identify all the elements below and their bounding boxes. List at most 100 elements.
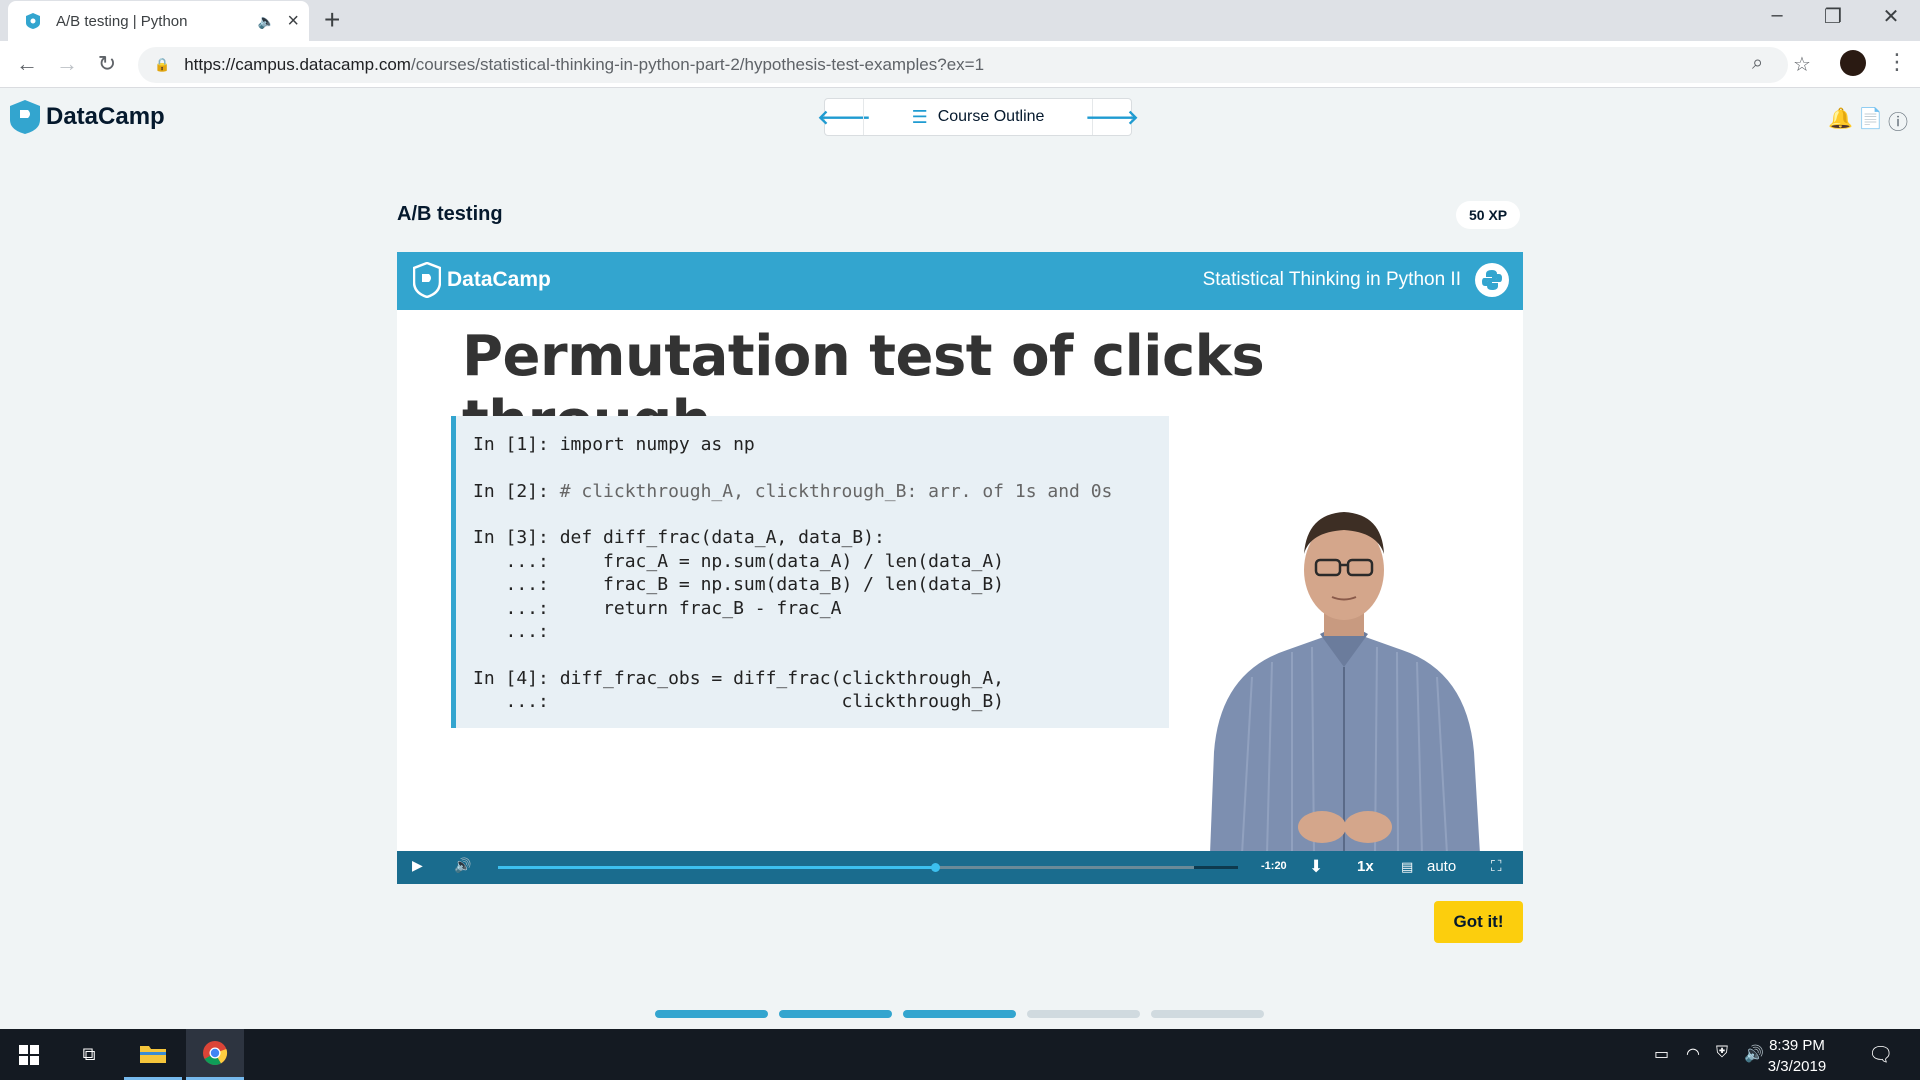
profile-avatar[interactable] [1840,50,1866,76]
code-text: ...: frac_A = np.sum(data_A) / len(data_… [473,550,1005,572]
window-close-icon[interactable]: ✕ [1876,4,1906,29]
bookmark-star-icon[interactable]: ☆ [1793,52,1811,77]
datacamp-logo[interactable]: DataCamp [10,100,165,134]
code-text: In [2]: [473,480,560,502]
previous-exercise-button[interactable]: 🡐 [817,99,871,135]
security-shield-icon[interactable]: ⛨ [1716,1044,1728,1062]
python-logo-icon [1475,263,1509,297]
url-host: https://campus.datacamp.com [184,55,411,74]
code-line: ...: frac_A = np.sum(data_A) / len(data_… [473,550,1169,574]
quality-button[interactable]: auto [1427,858,1456,875]
slide-datacamp-logo: DataCamp [413,262,551,298]
code-line: In [1]: import numpy as np [473,433,1169,457]
datacamp-logo-icon [10,100,40,134]
code-text: In [1]: import numpy as np [473,434,755,455]
code-line: In [3]: def diff_frac(data_A, data_B): [473,526,1169,550]
fullscreen-icon[interactable]: ⛶ [1491,858,1502,875]
course-outline-button[interactable]: ☰ Course Outline [863,99,1093,135]
volume-icon[interactable]: 🔊 [454,857,471,874]
download-icon[interactable]: ⬇ [1309,857,1323,877]
code-line: ...: return frac_B - frac_A [473,597,1169,621]
tab-audio-icon[interactable]: 🔈 [258,13,275,30]
menu-icon: ☰ [911,106,928,127]
zoom-icon[interactable]: ⌕ [1752,52,1763,75]
captions-icon[interactable]: ▤ [1401,859,1413,875]
presenter-video [1210,512,1480,854]
tab-title: A/B testing | Python [56,12,188,30]
clock-date: 3/3/2019 [1767,1058,1827,1075]
url-text: https://campus.datacamp.com/courses/stat… [184,55,984,75]
seek-handle[interactable] [930,863,940,872]
slide-progress-segment [655,1010,768,1018]
code-line: ...: frac_B = np.sum(data_B) / len(data_… [473,573,1169,597]
code-line: In [2]: # clickthrough_A, clickthrough_B… [473,480,1169,504]
time-remaining: -1:20 [1261,860,1287,872]
code-text: ...: frac_B = np.sum(data_B) / len(data_… [473,574,1005,595]
slide-progress-segment [779,1010,892,1018]
slide-brand-name: DataCamp [447,268,551,291]
speaker-icon[interactable]: 🔊 [1744,1044,1764,1064]
exercise-title: A/B testing [397,203,503,225]
playback-speed-button[interactable]: 1x [1357,858,1374,875]
got-it-button[interactable]: Got it! [1434,901,1523,943]
chrome-menu-icon[interactable]: ⋮ [1886,49,1908,75]
code-line: ...: [473,620,1169,644]
brand-name: DataCamp [46,103,165,130]
video-seek-bar[interactable] [498,863,1238,872]
slides-pdf-icon[interactable]: 📄 [1858,106,1883,131]
minimize-icon[interactable]: – [1762,4,1792,27]
notification-bell-icon[interactable]: 🔔 [1828,106,1853,131]
tab-close-icon[interactable]: × [287,10,299,33]
datacamp-shield-icon [413,262,441,298]
code-line: ...: clickthrough_B) [473,690,1169,714]
datacamp-favicon [24,12,42,30]
code-text: In [4]: diff_frac_obs = diff_frac(clickt… [473,667,1005,689]
played-progress [498,866,935,869]
course-outline-label: Course Outline [937,108,1045,125]
windows-start-icon[interactable] [0,1029,58,1080]
slide-progress-segment [1027,1010,1140,1018]
video-controls: ▶ 🔊 -1:20 ⬇ 1x ▤ auto ⛶ [397,851,1523,884]
code-block: In [1]: import numpy as np In [2]: # clic… [451,416,1169,728]
action-center-icon[interactable]: 🗨 [1868,1042,1893,1067]
code-comment: # clickthrough_A, clickthrough_B: arr. o… [559,480,1113,502]
back-icon[interactable]: ← [12,50,42,78]
code-text: ...: [473,621,549,642]
code-text: ...: return frac_B - frac_A [473,597,842,619]
slide-course-name: Statistical Thinking in Python II [1202,269,1461,290]
report-issue-icon[interactable]: ⓘ [1888,106,1908,135]
battery-icon[interactable]: ▭ [1654,1044,1669,1064]
browser-toolbar: ← → ↻ 🔒 https://campus.datacamp.com/cour… [0,41,1920,88]
url-path: /courses/statistical-thinking-in-python-… [410,55,985,74]
play-icon[interactable]: ▶ [412,857,423,874]
slide-progress-segment [1151,1010,1264,1018]
xp-badge: 50 XP [1456,201,1521,229]
restore-icon[interactable]: ❐ [1818,4,1848,29]
windows-taskbar: ⧉ ▭ ◠ ⛨ 🔊 8:39 PM 3/3/2019 🗨 [0,1029,1920,1080]
address-bar[interactable]: 🔒 https://campus.datacamp.com/courses/st… [138,47,1811,83]
forward-icon[interactable]: → [52,50,82,78]
system-clock[interactable]: 8:39 PM 3/3/2019 [1762,1035,1832,1077]
wifi-icon[interactable]: ◠ [1686,1044,1700,1064]
slide-progress-indicator [655,1010,1264,1018]
code-text: ...: clickthrough_B) [473,691,1005,712]
video-player[interactable]: DataCamp Statistical Thinking in Python … [397,252,1523,884]
browser-tab[interactable]: A/B testing | Python 🔈 × [8,1,309,41]
clock-time: 8:39 PM [1769,1037,1825,1054]
lock-icon: 🔒 [154,57,171,72]
reload-icon[interactable]: ↻ [92,50,122,78]
slide-progress-segment [903,1010,1016,1018]
code-line: In [4]: diff_frac_obs = diff_frac(clickt… [473,667,1169,691]
file-explorer-icon[interactable] [124,1029,182,1080]
new-tab-button[interactable]: + [324,6,340,34]
browser-tab-bar: A/B testing | Python 🔈 × + – ❐ ✕ [0,0,1920,41]
course-navigation: 🡐 ☰ Course Outline 🡒 [817,98,1139,136]
next-exercise-button[interactable]: 🡒 [1085,99,1139,135]
chrome-icon[interactable] [186,1029,244,1080]
slide-header: DataCamp Statistical Thinking in Python … [397,252,1523,310]
task-view-icon[interactable]: ⧉ [60,1029,118,1080]
code-text: In [3]: def diff_frac(data_A, data_B): [473,527,885,548]
